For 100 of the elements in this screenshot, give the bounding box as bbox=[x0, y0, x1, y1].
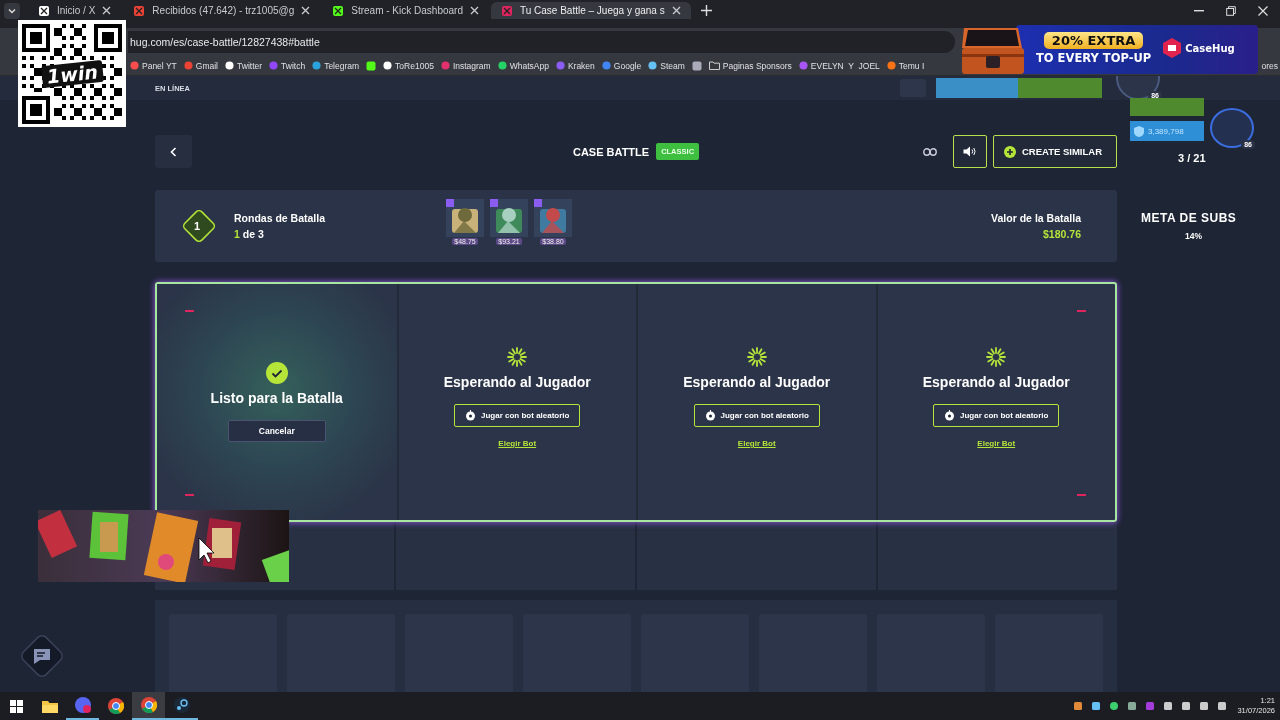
close-icon[interactable] bbox=[671, 6, 681, 15]
robot-icon bbox=[465, 410, 476, 421]
bookmark-icon[interactable] bbox=[366, 60, 377, 71]
favicon-icon bbox=[133, 4, 146, 17]
bookmark-icon bbox=[130, 61, 139, 70]
bookmark[interactable]: Gmail bbox=[183, 60, 218, 71]
windows-icon[interactable] bbox=[10, 699, 23, 713]
slot-title: Esperando al Jugador bbox=[443, 374, 591, 390]
bookmark-icon bbox=[798, 61, 808, 70]
bookmark-icon[interactable] bbox=[691, 60, 702, 71]
bookmark[interactable]: WhatsApp bbox=[497, 60, 549, 71]
bookmark[interactable]: Steam bbox=[648, 60, 685, 71]
bookmark[interactable]: Twitter bbox=[225, 60, 263, 71]
robot-icon bbox=[944, 410, 955, 421]
browser-icon[interactable] bbox=[140, 697, 157, 713]
restore-icon[interactable] bbox=[1226, 6, 1236, 16]
bookmark[interactable]: Google bbox=[601, 60, 642, 71]
random-bot-button[interactable]: Jugar con bot aleatorio bbox=[693, 404, 820, 427]
bookmark-icon bbox=[886, 61, 896, 70]
promo-subline: TO EVERY TOP-UP bbox=[1036, 50, 1152, 65]
bookmark-icon bbox=[555, 61, 565, 70]
steam-icon[interactable] bbox=[173, 697, 190, 713]
bookmark-icon bbox=[225, 61, 234, 70]
link-icon bbox=[922, 147, 937, 156]
browser-icon[interactable] bbox=[107, 698, 124, 714]
tray-icon[interactable] bbox=[1091, 701, 1102, 711]
close-icon[interactable] bbox=[301, 6, 311, 15]
browser-tab[interactable]: Recibidos (47.642) - trz1005@g bbox=[123, 2, 321, 19]
bookmark-folder[interactable]: Paginas Sponsors bbox=[708, 60, 792, 71]
tray-icon[interactable] bbox=[1109, 701, 1120, 711]
tray-icon[interactable] bbox=[1127, 701, 1138, 711]
corner-mark bbox=[185, 310, 194, 312]
random-bot-button[interactable]: Jugar con bot aleatorio bbox=[454, 404, 581, 427]
folder-icon[interactable] bbox=[41, 699, 58, 713]
bookmark[interactable]: Temu I bbox=[886, 60, 925, 71]
bookmark-icon bbox=[183, 61, 193, 70]
corner-mark bbox=[1077, 310, 1086, 312]
choose-bot-link[interactable]: Elegir Bot bbox=[737, 439, 776, 448]
battle-value-label: Valor de la Batalla bbox=[991, 212, 1081, 224]
rounds-label: Rondas de Batalla bbox=[234, 212, 326, 224]
bookmark-icon bbox=[312, 61, 322, 70]
folder-icon bbox=[708, 61, 720, 70]
bookmark[interactable]: Instagram bbox=[440, 60, 491, 71]
new-tab-icon[interactable] bbox=[700, 5, 712, 16]
goal-title: META DE SUBS bbox=[1141, 211, 1238, 225]
browser-tab[interactable]: Tu Case Battle – Juega y gana s bbox=[490, 2, 691, 19]
address-bar[interactable]: hug.com/es/case-battle/12827438#battle bbox=[128, 31, 955, 53]
spinner-icon bbox=[985, 346, 1008, 368]
random-bot-button[interactable]: Jugar con bot aleatorio bbox=[933, 404, 1060, 427]
check-icon bbox=[265, 362, 288, 384]
cancel-button[interactable]: Cancelar bbox=[227, 420, 326, 442]
tray-icon[interactable] bbox=[1199, 701, 1210, 711]
battle-value: $180.76 bbox=[1043, 228, 1081, 240]
corner-mark bbox=[185, 494, 194, 496]
minimize-icon[interactable] bbox=[1194, 10, 1204, 12]
spinner-icon bbox=[506, 346, 529, 368]
round-total: de 3 bbox=[242, 228, 264, 240]
tab-search-button[interactable] bbox=[4, 3, 20, 19]
round-current: 1 bbox=[234, 228, 240, 240]
brand-logo: 1win bbox=[40, 59, 104, 88]
close-icon[interactable] bbox=[469, 6, 479, 15]
bookmark-icon bbox=[269, 61, 279, 70]
tray-icon[interactable] bbox=[1163, 701, 1174, 711]
close-icon[interactable] bbox=[1258, 6, 1268, 16]
slot-title: Esperando al Jugador bbox=[683, 374, 831, 390]
sound-button[interactable] bbox=[952, 135, 987, 168]
favicon-icon bbox=[38, 4, 50, 17]
favicon-icon bbox=[332, 4, 345, 17]
chevron-down-icon bbox=[7, 6, 17, 16]
bookmark[interactable]: Telegram bbox=[312, 60, 360, 71]
bookmark[interactable]: Panel YT bbox=[130, 60, 177, 71]
close-icon[interactable] bbox=[102, 6, 112, 15]
robot-icon bbox=[704, 410, 716, 421]
choose-bot-link[interactable]: Elegir Bot bbox=[977, 439, 1016, 448]
bookmark[interactable]: Kraken bbox=[555, 60, 595, 71]
slot-title: Esperando al Jugador bbox=[922, 374, 1070, 390]
plus-icon bbox=[1003, 145, 1016, 158]
bookmark-icon bbox=[648, 61, 658, 70]
bookmark-icon bbox=[440, 61, 450, 70]
tray-icon[interactable] bbox=[1181, 701, 1192, 711]
create-similar-button[interactable]: CREATE SIMILAR bbox=[992, 135, 1117, 168]
browser-tab[interactable]: Inicio / X bbox=[28, 2, 122, 19]
tray-icon[interactable] bbox=[1073, 701, 1084, 711]
brand-name: CaseHug bbox=[1185, 42, 1235, 54]
bookmark[interactable]: ToRe1005 bbox=[383, 60, 434, 71]
corner-mark bbox=[1077, 494, 1086, 496]
slot-title: Listo para la Batalla bbox=[210, 390, 343, 406]
browser-tab[interactable]: Stream - Kick Dashboard bbox=[322, 2, 489, 19]
bookmark-icon bbox=[383, 61, 393, 70]
chat-app-icon[interactable] bbox=[74, 697, 91, 713]
bookmark[interactable]: EVELYN Y JOEL bbox=[798, 60, 880, 71]
tray-icon[interactable] bbox=[1217, 701, 1228, 711]
goal-value: 14% bbox=[1185, 231, 1203, 241]
choose-bot-link[interactable]: Elegir Bot bbox=[498, 439, 537, 448]
bookmark[interactable]: ores bbox=[1261, 60, 1278, 71]
logo-icon bbox=[1163, 38, 1182, 58]
spinner-icon bbox=[745, 346, 768, 368]
bookmark[interactable]: Twitch bbox=[269, 60, 306, 71]
bookmark-icon bbox=[601, 61, 611, 70]
favicon-icon bbox=[500, 4, 513, 17]
